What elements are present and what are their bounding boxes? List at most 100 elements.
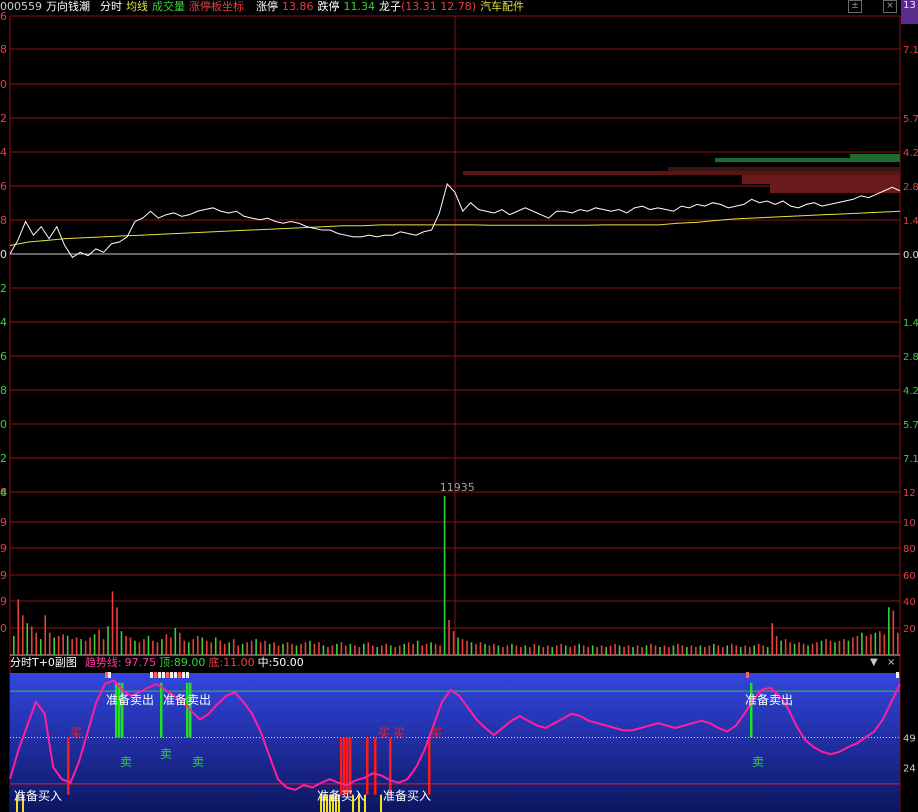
volume-bar: [196, 635, 199, 655]
volume-bar: [340, 642, 343, 655]
volume-bar: [614, 643, 616, 655]
volume-peak-label: 11935: [440, 481, 475, 494]
price-left-tick-5: 6: [0, 180, 7, 193]
volume-bar: [380, 645, 383, 655]
indicator-annotation-7: 买: [70, 726, 82, 740]
volume-bar: [385, 643, 388, 655]
volume-bar: [210, 642, 213, 655]
volume-bar: [84, 640, 87, 655]
volume-bar: [587, 647, 589, 655]
volume-right-tick-1: 10: [903, 518, 916, 529]
volume-bar: [609, 645, 612, 655]
indicator-panel: 4924准备卖出 准备卖出 准备卖出卖卖卖卖买买买买准备买入 准备买入 准备买入: [9, 672, 916, 812]
volume-bar: [268, 643, 271, 655]
volume-bar: [322, 645, 325, 655]
volume-bar: [488, 645, 491, 655]
indicator-annotation-2: 准备卖出: [745, 693, 793, 707]
volume-bar: [641, 647, 643, 655]
volume-bar: [421, 645, 423, 655]
volume-bar: [681, 645, 684, 655]
volume-bar: [475, 643, 477, 655]
volume-left-tick-4: 9: [0, 595, 7, 608]
volume-bar: [291, 643, 293, 655]
volume-bar: [161, 639, 163, 655]
top-value: 89.00: [173, 656, 206, 669]
volume-bar: [825, 639, 827, 655]
volume-bar: [57, 635, 60, 655]
volume-bar: [71, 639, 73, 655]
volume-bar: [452, 631, 455, 655]
price-right-tick-11: 7.1: [903, 454, 918, 465]
price-left-tick-6: 8: [0, 214, 7, 227]
indicator-annotation-11: 准备买入: [14, 789, 62, 803]
volume-bar: [663, 645, 666, 655]
indicator-annotation-0: 准备卖出: [106, 693, 154, 707]
volume-bar: [802, 643, 805, 655]
mid-value: 50.00: [272, 656, 304, 669]
volume-bar: [627, 645, 630, 655]
volume-bar: [192, 639, 195, 655]
volume-bar: [596, 647, 598, 655]
bottom-value: 11.00: [223, 656, 255, 669]
price-right-tick-2: 5.7: [903, 114, 918, 125]
volume-bar: [120, 631, 123, 655]
price-left-tick-2: 0: [0, 78, 7, 91]
top-signal-mark: [154, 672, 157, 678]
order-book-bar-3: [770, 184, 900, 193]
volume-bar: [129, 637, 132, 655]
volume-bar: [582, 645, 585, 655]
volume-bar: [295, 645, 298, 655]
indicator-right-tick-1: 24: [903, 763, 916, 774]
volume-left-tick-5: 0: [0, 622, 7, 635]
top-signal-mark: [105, 672, 108, 678]
chart-canvas: 68024680246802467.15.74.22.81.40.01.42.8…: [0, 10, 918, 812]
volume-bar: [515, 645, 518, 655]
volume-bar: [457, 637, 459, 655]
volume-bar: [21, 615, 24, 655]
sell-signal-bar: [115, 682, 118, 738]
volume-bar: [331, 645, 334, 655]
volume-bar: [219, 640, 222, 655]
price-right-tick-9: 4.2: [903, 386, 918, 397]
top-label: 顶:: [159, 656, 174, 669]
volume-bar: [349, 643, 352, 655]
indicator-title[interactable]: 分时T+0副图: [10, 656, 77, 669]
volume-bar: [165, 634, 168, 655]
volume-bar: [179, 632, 181, 655]
volume-bar: [753, 645, 756, 655]
volume-bar: [730, 643, 733, 655]
volume-bar: [865, 635, 868, 655]
volume-bar: [479, 642, 482, 655]
indicator-close-button[interactable]: ×: [887, 657, 895, 669]
buy-signal-bar: [340, 737, 343, 795]
volume-bar: [439, 645, 441, 655]
volume-bar: [170, 637, 172, 655]
volume-bar: [250, 640, 253, 655]
buy-signal-bar: [343, 737, 346, 795]
volume-bar: [336, 643, 338, 655]
order-book-bar-4: [850, 154, 900, 160]
indicator-dropdown-button[interactable]: ▼: [870, 657, 878, 669]
price-right-tick-8: 2.8: [903, 352, 918, 363]
volume-bar: [425, 643, 428, 655]
volume-bar: [246, 642, 248, 655]
indicator-annotation-12: 准备买入: [317, 789, 365, 803]
volume-bar: [551, 647, 554, 655]
indicator-annotation-8: 买: [378, 726, 390, 740]
volume-bar: [879, 631, 881, 655]
volume-bar: [484, 643, 486, 655]
top-signal-mark: [170, 672, 173, 678]
volume-bar: [502, 647, 504, 655]
volume-bar: [591, 645, 594, 655]
price-left-tick-10: 6: [0, 350, 7, 363]
volume-bar: [713, 643, 715, 655]
indicator-annotation-1: 准备卖出: [163, 693, 211, 707]
indicator-annotation-13: 准备买入: [383, 789, 431, 803]
volume-right-tick-4: 40: [903, 597, 916, 608]
volume-bar: [304, 642, 307, 655]
indicator-annotation-6: 卖: [160, 747, 172, 761]
volume-bar: [394, 647, 397, 655]
top-signal-mark: [178, 672, 181, 678]
volume-bar: [798, 642, 800, 655]
volume-bar: [618, 645, 621, 655]
